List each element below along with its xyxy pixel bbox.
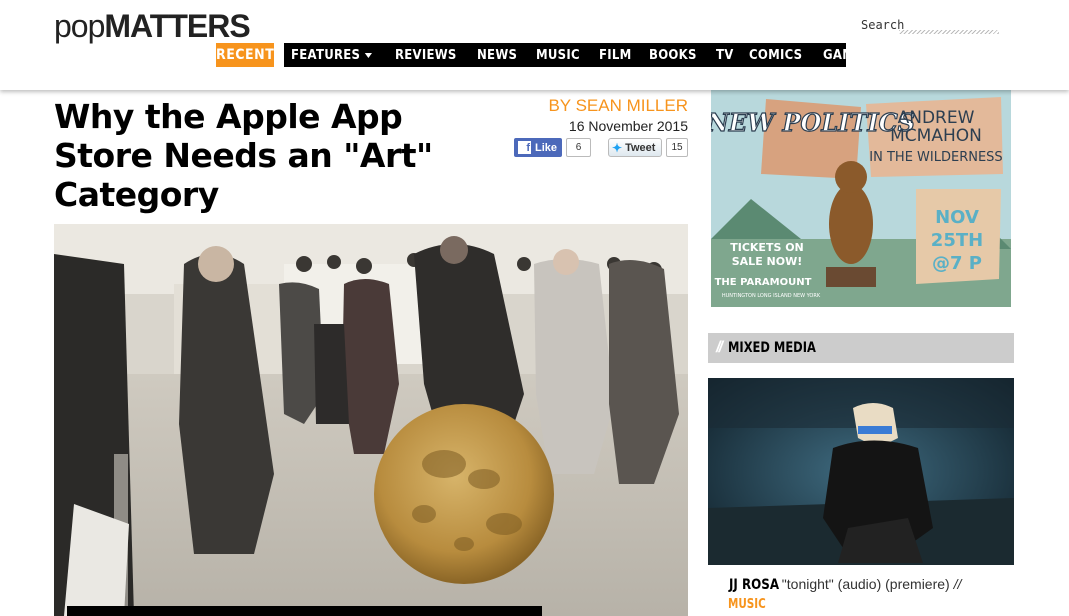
ad-venue: THE PARAMOUNT xyxy=(715,277,812,288)
nav-item-reviews[interactable]: REVIEWS xyxy=(395,48,457,63)
tweet-count: 15 xyxy=(666,138,688,157)
concert-ad-image: NEW POLITICS ANDREW MCMAHON IN THE WILDE… xyxy=(711,89,1011,307)
facebook-like-button[interactable]: f Like xyxy=(514,138,562,157)
ad-headline-left: NEW POLITICS xyxy=(711,108,915,137)
chevron-down-icon xyxy=(364,52,372,58)
mixed-media-slashes: // xyxy=(716,339,723,356)
hero-caption-bar xyxy=(67,606,542,616)
nav-item-games[interactable]: GAMES xyxy=(823,48,871,63)
gallery-crowd-moon-image xyxy=(54,224,688,616)
ad-artist-line3: IN THE WILDERNESS xyxy=(869,150,1002,165)
mixed-media-image[interactable] xyxy=(708,378,1014,565)
nav-item-tv[interactable]: TV xyxy=(716,48,734,63)
facebook-like-label: Like xyxy=(535,141,558,154)
popmatters-logo[interactable]: popMATTERS xyxy=(54,8,251,44)
main-nav: FEATURES REVIEWS NEWS MUSIC FILM BOOKS T… xyxy=(284,43,950,67)
nav-item-comics[interactable]: COMICS xyxy=(749,48,802,63)
mixed-media-header: // MIXED MEDIA xyxy=(708,333,1014,363)
mixed-media-category[interactable]: MUSIC xyxy=(728,597,766,612)
search-field[interactable]: Search xyxy=(861,16,999,34)
article-date: 16 November 2015 xyxy=(568,118,688,134)
facebook-like-count: 6 xyxy=(566,138,591,157)
sidebar-advertisement[interactable]: NEW POLITICS ANDREW MCMAHON IN THE WILDE… xyxy=(711,89,1011,307)
ad-tickets-line1: TICKETS ON xyxy=(730,241,804,254)
nav-item-label: FEATURES xyxy=(291,47,361,63)
ad-date-line1: NOV xyxy=(935,207,979,228)
artist-photo xyxy=(708,378,1014,565)
tweet-button[interactable]: ✦ Tweet xyxy=(608,138,662,157)
mixed-media-artist: JJ ROSA xyxy=(729,577,780,593)
nav-item-music[interactable]: MUSIC xyxy=(536,48,580,63)
ad-venue-sub: HUNTINGTON LONG ISLAND NEW YORK xyxy=(722,293,821,299)
facebook-icon: f xyxy=(518,141,531,154)
mixed-media-caption[interactable]: JJ ROSA "tonight" (audio) (premiere) // xyxy=(729,576,1019,593)
mixed-media-title: MIXED MEDIA xyxy=(727,340,816,356)
nav-item-culture[interactable]: CULTURE xyxy=(890,48,950,63)
article-title: Why the Apple App Store Needs an "Art" C… xyxy=(54,97,433,214)
mixed-media-description: "tonight" (audio) (premiere) xyxy=(781,576,950,592)
ad-artist-line2: MCMAHON xyxy=(890,126,982,146)
mixed-media-separator: // xyxy=(953,576,962,592)
nav-recent-button[interactable]: RECENT xyxy=(216,43,274,67)
ad-date-line2: 25TH xyxy=(931,230,983,251)
article-byline[interactable]: BY SEAN MILLER xyxy=(548,96,688,116)
twitter-bird-icon: ✦ xyxy=(612,140,623,155)
nav-item-features[interactable]: FEATURES xyxy=(291,48,372,63)
site-header: popMATTERS Search RECENT FEATURES REVIEW… xyxy=(0,0,1069,90)
logo-matters: MATTERS xyxy=(104,8,250,44)
nav-item-film[interactable]: FILM xyxy=(599,48,632,63)
tweet-label: Tweet xyxy=(625,141,656,154)
nav-item-books[interactable]: BOOKS xyxy=(649,48,697,63)
ad-artist-line1: ANDREW xyxy=(898,108,975,128)
ad-date-line3: @7 P xyxy=(932,253,982,274)
article-hero-image xyxy=(54,224,688,616)
logo-pop: pop xyxy=(54,8,105,44)
ad-tickets-line2: SALE NOW! xyxy=(732,255,803,268)
nav-item-news[interactable]: NEWS xyxy=(477,48,517,63)
search-input[interactable] xyxy=(899,30,999,34)
search-label: Search xyxy=(861,18,905,32)
